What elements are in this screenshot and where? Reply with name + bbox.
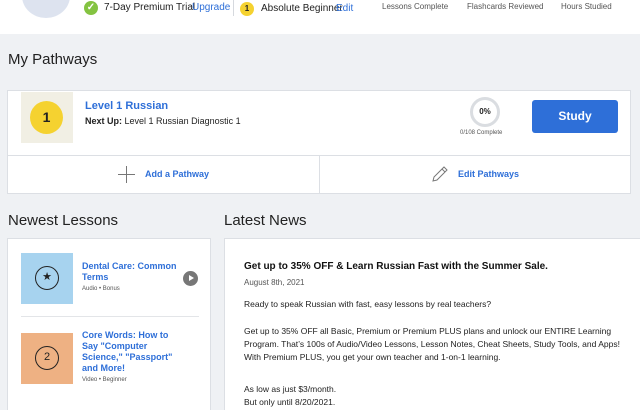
divider	[21, 316, 199, 317]
news-date: August 8th, 2021	[244, 278, 305, 287]
stat-lessons-complete: Lessons Complete	[382, 2, 449, 11]
news-paragraph: Get up to 35% OFF all Basic, Premium or …	[244, 326, 620, 362]
next-up-label: Next Up:	[85, 116, 123, 126]
edit-level-link[interactable]: Edit	[336, 3, 353, 14]
lessons-card: ★ Dental Care: Common Terms Audio • Bonu…	[7, 238, 211, 410]
play-icon[interactable]	[183, 271, 198, 286]
divider	[319, 155, 320, 193]
lesson-meta: Video • Beginner	[82, 377, 127, 383]
study-button[interactable]: Study	[532, 100, 618, 133]
trial-label: 7-Day Premium Trial	[104, 2, 196, 13]
avatar[interactable]	[22, 0, 70, 18]
stat-hours-studied: Hours Studied	[561, 2, 612, 11]
upgrade-link[interactable]: Upgrade	[192, 2, 230, 13]
level-label: Absolute Beginner	[261, 3, 343, 14]
profile-header: ✓ 7-Day Premium Trial Upgrade 1 Absolute…	[0, 0, 640, 34]
next-up-text: Next Up: Level 1 Russian Diagnostic 1	[85, 116, 241, 126]
add-pathway-button[interactable]: Add a Pathway	[145, 169, 209, 179]
edit-pathways-button[interactable]: Edit Pathways	[458, 169, 519, 179]
next-up-value: Level 1 Russian Diagnostic 1	[124, 116, 241, 126]
lesson-meta: Audio • Bonus	[82, 286, 120, 292]
news-paragraph: As low as just $3/month.	[244, 384, 337, 394]
plus-icon[interactable]	[118, 166, 135, 183]
divider	[233, 0, 234, 16]
lesson-title-link[interactable]: Core Words: How to Say "Computer Science…	[82, 330, 178, 374]
section-title-pathways: My Pathways	[8, 51, 98, 68]
checkmark-icon: ✓	[84, 1, 98, 15]
news-paragraph: Ready to speak Russian with fast, easy l…	[244, 299, 492, 309]
course-name-link[interactable]: Level 1 Russian	[85, 100, 168, 112]
section-title-news: Latest News	[224, 212, 307, 229]
lesson-thumbnail[interactable]: ★	[21, 253, 73, 304]
star-icon: ★	[35, 266, 59, 290]
lesson-title-link[interactable]: Dental Care: Common Terms	[82, 261, 178, 283]
news-card: Get up to 35% OFF & Learn Russian Fast w…	[224, 238, 640, 410]
progress-ring: 0%	[470, 97, 500, 127]
level-tile[interactable]: 1	[21, 92, 73, 143]
number-two-icon: 2	[35, 346, 59, 370]
pathway-card: 1 Level 1 Russian Next Up: Level 1 Russi…	[7, 90, 631, 194]
section-title-lessons: Newest Lessons	[8, 212, 119, 229]
pencil-icon[interactable]	[430, 164, 450, 184]
stat-flashcards-reviewed: Flashcards Reviewed	[467, 2, 544, 11]
progress-text: 0/108 Complete	[460, 130, 503, 136]
lesson-thumbnail[interactable]: 2	[21, 333, 73, 384]
level-badge-icon: 1	[240, 2, 254, 16]
level-number-icon: 1	[30, 101, 63, 134]
news-headline: Get up to 35% OFF & Learn Russian Fast w…	[244, 261, 548, 272]
news-paragraph: But only until 8/20/2021.	[244, 397, 336, 407]
